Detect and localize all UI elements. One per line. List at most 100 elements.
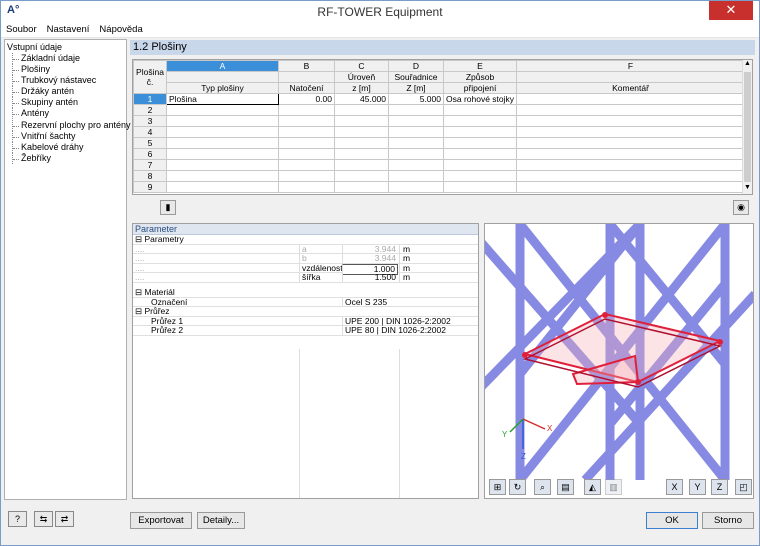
cell[interactable] [278, 115, 335, 127]
cell[interactable] [334, 159, 389, 171]
cell[interactable] [334, 137, 389, 149]
cell-komentar[interactable] [516, 93, 746, 105]
cell[interactable] [442, 137, 518, 149]
cell[interactable] [442, 115, 518, 127]
help-icon[interactable]: ? [8, 511, 27, 527]
cell[interactable] [166, 159, 279, 171]
tree-item[interactable]: Základní údaje [7, 53, 124, 65]
cancel-button[interactable]: Storno [702, 512, 754, 529]
cell[interactable] [166, 104, 279, 116]
view-iso-icon[interactable]: ◰ [735, 479, 752, 495]
cell[interactable] [516, 148, 746, 160]
view-eye-icon[interactable]: ◉ [733, 200, 749, 215]
row-number[interactable]: 1 [133, 93, 167, 105]
details-button[interactable]: Detaily... [197, 512, 245, 529]
export-data-icon[interactable]: ⇄ [55, 511, 74, 527]
view-y-icon[interactable]: Y [689, 479, 706, 495]
tree-item[interactable]: Skupiny antén [7, 97, 124, 109]
cell[interactable] [388, 104, 444, 116]
view-x-icon[interactable]: X [666, 479, 683, 495]
cell[interactable] [442, 159, 518, 171]
cell-typ[interactable]: Plošina [166, 93, 279, 105]
cell-zpusob[interactable]: Osa rohové stojky [442, 93, 518, 105]
zoom-icon[interactable]: ⌕ [534, 479, 551, 495]
cell[interactable] [388, 159, 444, 171]
section-icon[interactable]: ▥ [605, 479, 622, 495]
cell[interactable] [334, 148, 389, 160]
col-letter-e[interactable]: E [442, 60, 518, 72]
view-select-icon[interactable]: ⊞ [489, 479, 506, 495]
table-scrollbar[interactable]: ▲ ▼ [742, 60, 752, 194]
scroll-up-icon[interactable]: ▲ [743, 60, 752, 70]
row-number[interactable]: 5 [133, 137, 167, 149]
param-row-sirka[interactable]: .... šířka 1.500 m [133, 273, 478, 283]
col-letter-f[interactable]: F [516, 60, 746, 72]
cell[interactable] [166, 148, 279, 160]
cell[interactable] [334, 104, 389, 116]
row-number[interactable]: 6 [133, 148, 167, 160]
row-number[interactable]: 8 [133, 170, 167, 182]
cell[interactable] [388, 181, 444, 193]
cell[interactable] [516, 137, 746, 149]
row-number[interactable]: 3 [133, 115, 167, 127]
cell[interactable] [278, 126, 335, 138]
scroll-down-icon[interactable]: ▼ [743, 184, 752, 194]
import-icon[interactable]: ▮ [160, 200, 176, 215]
cell[interactable] [334, 115, 389, 127]
cell[interactable] [166, 137, 279, 149]
cell[interactable] [278, 148, 335, 160]
cell[interactable] [388, 170, 444, 182]
cell-natoceni[interactable]: 0.00 [278, 93, 335, 105]
section-row[interactable]: Průřez 2 UPE 80 | DIN 1026-2:2002 [133, 326, 478, 336]
cell[interactable] [334, 170, 389, 182]
cell[interactable] [278, 170, 335, 182]
cell[interactable] [278, 137, 335, 149]
cell[interactable] [516, 159, 746, 171]
cell[interactable] [442, 181, 518, 193]
cell[interactable] [334, 181, 389, 193]
cell[interactable] [278, 159, 335, 171]
row-number[interactable]: 2 [133, 104, 167, 116]
row-number[interactable]: 9 [133, 181, 167, 193]
cell[interactable] [388, 126, 444, 138]
cell[interactable] [388, 148, 444, 160]
export-button[interactable]: Exportovat [130, 512, 192, 529]
display-icon[interactable]: ▤ [557, 479, 574, 495]
cell[interactable] [516, 126, 746, 138]
cell[interactable] [278, 104, 335, 116]
cell[interactable] [166, 181, 279, 193]
cell[interactable] [442, 126, 518, 138]
cell[interactable] [516, 115, 746, 127]
tree-item[interactable]: Držáky antén [7, 86, 124, 98]
menu-napoveda[interactable]: Nápověda [94, 22, 147, 37]
cell[interactable] [388, 137, 444, 149]
3d-view[interactable]: X Y Z [484, 223, 754, 499]
cell[interactable] [516, 104, 746, 116]
close-button[interactable]: ✕ [709, 1, 753, 20]
cell-uroven[interactable]: 45.000 [334, 93, 389, 105]
cell[interactable] [278, 181, 335, 193]
col-letter-b[interactable]: B [278, 60, 335, 72]
tree-item[interactable]: Rezervní plochy pro antény [7, 119, 131, 131]
menu-soubor[interactable]: Soubor [1, 22, 42, 37]
cell-souradnice[interactable]: 5.000 [388, 93, 444, 105]
tree-item[interactable]: Vnitřní šachty [7, 130, 124, 142]
cell[interactable] [442, 104, 518, 116]
tree-item[interactable]: Antény [7, 108, 124, 120]
cell[interactable] [516, 181, 746, 193]
render-icon[interactable]: ◭ [584, 479, 601, 495]
col-letter-c[interactable]: C [334, 60, 389, 72]
tree-item[interactable]: Trubkový nástavec [7, 75, 124, 87]
cell[interactable] [388, 115, 444, 127]
cell[interactable] [442, 148, 518, 160]
row-number[interactable]: 7 [133, 159, 167, 171]
cell[interactable] [166, 170, 279, 182]
tree-root[interactable]: Vstupní údaje [7, 42, 124, 53]
row-number[interactable]: 4 [133, 126, 167, 138]
material-row[interactable]: Označení Ocel S 235 [133, 297, 478, 308]
col-letter-d[interactable]: D [388, 60, 444, 72]
tree-item[interactable]: Plošiny [7, 64, 124, 76]
cell[interactable] [334, 126, 389, 138]
view-rotate-icon[interactable]: ↻ [509, 479, 526, 495]
tree-item[interactable]: Žebříky [7, 152, 124, 164]
